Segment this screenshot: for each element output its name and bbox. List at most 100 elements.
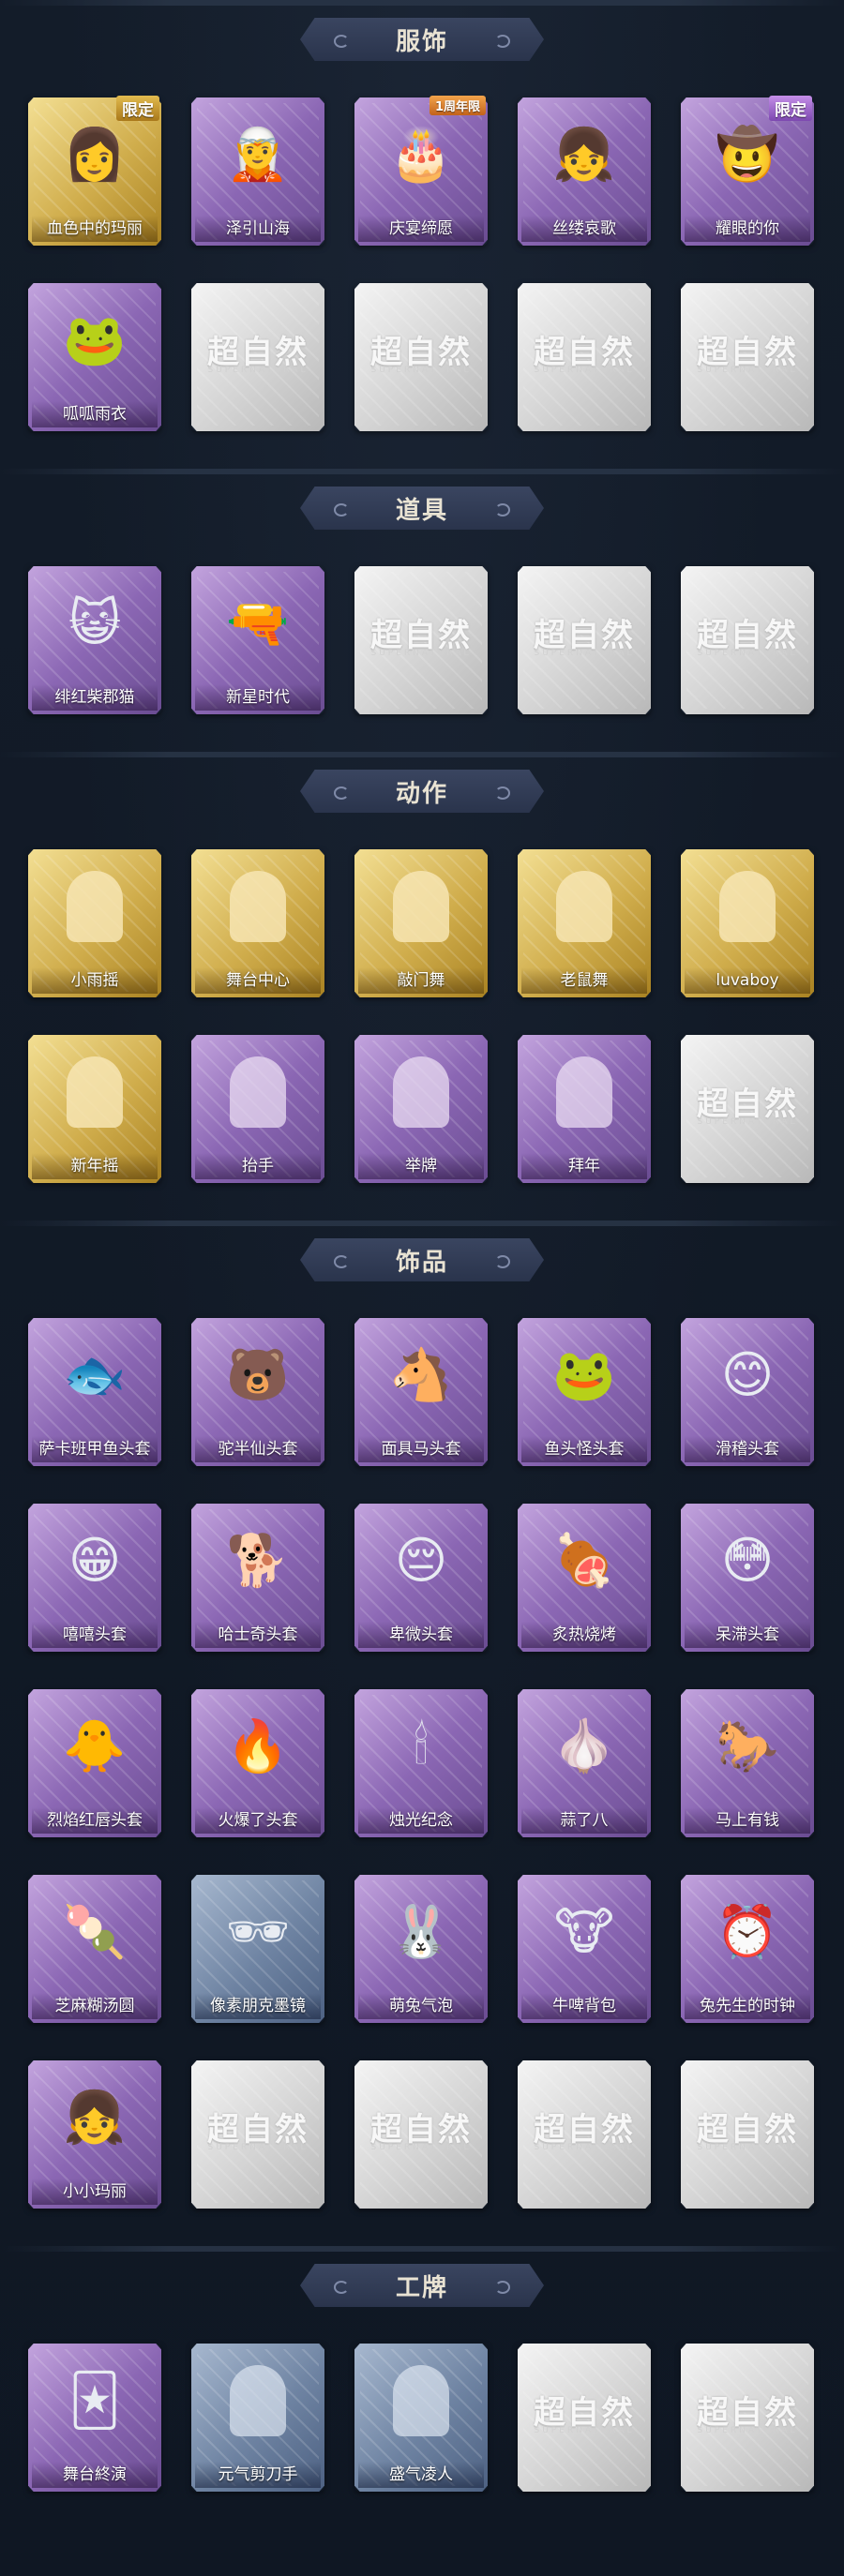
item-card[interactable]: 元气剪刀手 — [191, 2344, 324, 2492]
item-label: 盛气凌人 — [389, 2465, 453, 2484]
locked-item-card[interactable]: 超自然 SUPERNATURAL — [354, 283, 488, 431]
item-art-icon: 🐕 — [226, 1531, 290, 1590]
item-card[interactable]: 舞台中心 — [191, 849, 324, 997]
silhouette-shape — [556, 1056, 612, 1128]
locked-item-card[interactable]: 超自然 SUPERNATURAL — [354, 2060, 488, 2209]
emote-silhouette-icon — [379, 1050, 463, 1134]
locked-item-card[interactable]: 超自然 SUPERNATURAL — [191, 2060, 324, 2209]
section-2: 动作小雨摇 舞台中心 敲门舞 老鼠舞 luvaboy 新年摇 抬手 举牌 拜年 超自然 SUPERN… — [0, 752, 844, 1221]
section-divider — [0, 1221, 844, 1226]
locked-item-card[interactable]: 超自然 SUPERNATURAL — [681, 1035, 814, 1183]
item-label: 血色中的玛丽 — [47, 219, 143, 238]
item-card[interactable]: 小雨摇 — [28, 849, 161, 997]
item-art-icon: 🐸 — [552, 1345, 616, 1404]
item-art-icon: 🔥 — [226, 1716, 290, 1775]
placeholder-sub: SUPERNATURAL — [697, 649, 798, 658]
item-card[interactable]: 👧 小小玛丽 — [28, 2060, 161, 2209]
item-art-icon: 🐟 — [63, 1345, 127, 1404]
emote-silhouette-icon — [542, 1050, 626, 1134]
item-card[interactable]: 👩 血色中的玛丽 限定 — [28, 96, 161, 246]
item-card[interactable]: 🍖 炙热烧烤 — [518, 1504, 651, 1652]
item-card[interactable]: 😊 滑稽头套 — [681, 1318, 814, 1466]
silhouette-shape — [230, 1056, 286, 1128]
locked-item-card[interactable]: 超自然 SUPERNATURAL — [354, 566, 488, 714]
item-card[interactable]: 老鼠舞 — [518, 849, 651, 997]
item-label: 烛光纪念 — [389, 1811, 453, 1830]
silhouette-shape — [719, 871, 776, 942]
item-card[interactable]: 举牌 — [354, 1035, 488, 1183]
item-card[interactable]: 🍡 芝麻糊汤圆 — [28, 1875, 161, 2023]
placeholder-sub: SUPERNATURAL — [697, 366, 798, 375]
item-card[interactable]: 🔥 火爆了头套 — [191, 1689, 324, 1837]
item-card[interactable]: 🃏 舞台終演 — [28, 2344, 161, 2492]
locked-item-card[interactable]: 超自然 SUPERNATURAL — [681, 2060, 814, 2209]
item-label: 舞台終演 — [63, 2465, 127, 2484]
item-card[interactable]: ⏰ 兔先生的时钟 — [681, 1875, 814, 2023]
locked-item-card[interactable]: 超自然 SUPERNATURAL — [191, 283, 324, 431]
locked-item-card[interactable]: 超自然 SUPERNATURAL — [518, 283, 651, 431]
item-card[interactable]: 🕶 像素朋克墨镜 — [191, 1875, 324, 2023]
item-card[interactable]: 🐸 呱呱雨衣 — [28, 283, 161, 431]
section-title-wrap: 动作 — [0, 765, 844, 817]
item-card[interactable]: luvaboy — [681, 849, 814, 997]
section-title-plate: 动作 — [300, 770, 544, 813]
section-divider — [0, 0, 844, 6]
emote-silhouette-icon — [705, 864, 790, 949]
silhouette-shape — [67, 1056, 123, 1128]
item-card[interactable]: 拜年 — [518, 1035, 651, 1183]
item-card[interactable]: 🐕 哈士奇头套 — [191, 1504, 324, 1652]
item-card[interactable]: 😳 呆滞头套 — [681, 1504, 814, 1652]
item-card[interactable]: 🐴 面具马头套 — [354, 1318, 488, 1466]
item-card[interactable]: 🐥 烈焰红唇头套 — [28, 1689, 161, 1837]
item-label: 马上有钱 — [716, 1811, 779, 1830]
locked-item-card[interactable]: 超自然 SUPERNATURAL — [518, 2060, 651, 2209]
placeholder-sub: SUPERNATURAL — [697, 1117, 798, 1127]
item-card[interactable]: 新年摇 — [28, 1035, 161, 1183]
locked-item-card[interactable]: 超自然 SUPERNATURAL — [681, 566, 814, 714]
item-card[interactable]: 🕯 烛光纪念 — [354, 1689, 488, 1837]
item-label: 抬手 — [242, 1157, 274, 1176]
item-label: 元气剪刀手 — [218, 2465, 298, 2484]
silhouette-shape — [556, 871, 612, 942]
item-card[interactable]: 🧝 泽引山海 — [191, 97, 324, 246]
item-card[interactable]: 😺 绯红柴郡猫 — [28, 566, 161, 714]
item-card[interactable]: 🤠 耀眼的你 限定 — [681, 96, 814, 246]
item-card[interactable]: 🎂 庆宴缔愿 1周年限 — [354, 96, 488, 246]
item-card[interactable]: 🐟 萨卡班甲鱼头套 — [28, 1318, 161, 1466]
item-label: 举牌 — [405, 1157, 437, 1176]
item-art-icon: 😺 — [68, 593, 122, 652]
section-title: 动作 — [395, 779, 448, 808]
item-card[interactable]: 🐎 马上有钱 — [681, 1689, 814, 1837]
section-title-plate: 工牌 — [300, 2264, 544, 2307]
item-label: 萌兔气泡 — [389, 1997, 453, 2015]
silhouette-shape — [67, 871, 123, 942]
locked-item-card[interactable]: 超自然 SUPERNATURAL — [681, 2344, 814, 2492]
item-card[interactable]: 😔 卑微头套 — [354, 1504, 488, 1652]
item-card[interactable]: 盛气凌人 — [354, 2344, 488, 2492]
item-card[interactable]: 👧 丝缕哀歌 — [518, 97, 651, 246]
locked-item-card[interactable]: 超自然 SUPERNATURAL — [681, 283, 814, 431]
item-card[interactable]: 😁 嘻嘻头套 — [28, 1504, 161, 1652]
item-card[interactable]: 🔫 新星时代 — [191, 566, 324, 714]
item-art-icon: 😊 — [720, 1345, 775, 1404]
item-card[interactable]: 🐸 鱼头怪头套 — [518, 1318, 651, 1466]
item-label: 蒜了八 — [560, 1811, 609, 1830]
limited-badge: 限定 — [769, 96, 812, 121]
item-art-icon: 🃏 — [68, 2371, 121, 2430]
item-card[interactable]: 🐰 萌兔气泡 — [354, 1875, 488, 2023]
item-label: 绯红柴郡猫 — [54, 688, 135, 707]
item-card[interactable]: 🐻 驼半仙头套 — [191, 1318, 324, 1466]
locked-item-card[interactable]: 超自然 SUPERNATURAL — [518, 2344, 651, 2492]
limited-badge: 1周年限 — [429, 96, 486, 115]
locked-item-card[interactable]: 超自然 SUPERNATURAL — [518, 566, 651, 714]
item-card[interactable]: 敲门舞 — [354, 849, 488, 997]
item-card[interactable]: 🐮 牛啤背包 — [518, 1875, 651, 2023]
section-divider — [0, 752, 844, 757]
section-title-plate: 饰品 — [300, 1238, 544, 1281]
section-title-plate: 道具 — [300, 487, 544, 530]
item-card[interactable]: 🧄 蒜了八 — [518, 1689, 651, 1837]
section-title-wrap: 工牌 — [0, 2259, 844, 2312]
item-label: 炙热烧烤 — [552, 1625, 616, 1644]
item-label: luvaboy — [716, 971, 779, 990]
item-card[interactable]: 抬手 — [191, 1035, 324, 1183]
